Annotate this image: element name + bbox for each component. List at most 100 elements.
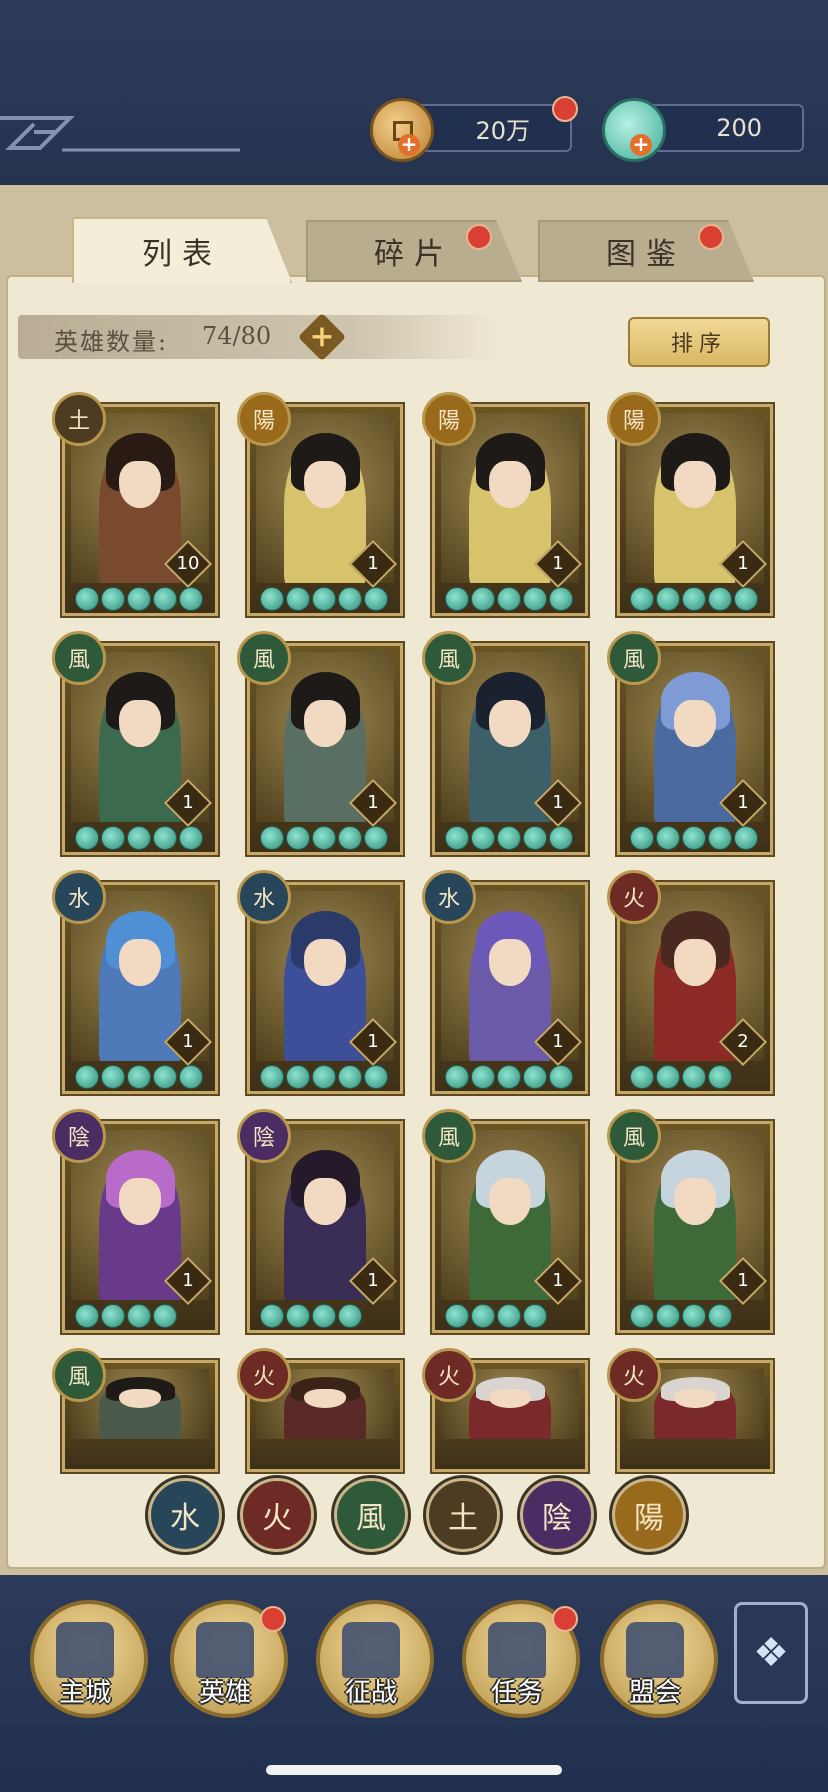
star-gem-icon bbox=[734, 587, 758, 611]
star-gem-icon bbox=[127, 587, 151, 611]
element-water-icon: 水 bbox=[237, 870, 291, 924]
star-gem-icon bbox=[682, 826, 706, 850]
star-gem-icon bbox=[471, 1304, 495, 1328]
filter-water-button[interactable]: 水 bbox=[148, 1478, 222, 1552]
notification-dot bbox=[698, 224, 724, 250]
star-gem-icon bbox=[260, 587, 284, 611]
element-fire-icon: 火 bbox=[237, 1348, 291, 1402]
menu-flower-icon[interactable]: ❖ bbox=[734, 1602, 808, 1704]
tab-list[interactable]: 列表 bbox=[72, 217, 292, 283]
element-wind-icon: 風 bbox=[607, 1109, 661, 1163]
hero-level: 1 bbox=[552, 1031, 564, 1052]
nav-label: 征战 bbox=[344, 1678, 397, 1708]
hero-star-rating bbox=[75, 587, 203, 611]
nav-label: 盟会 bbox=[628, 1678, 681, 1708]
star-gem-icon bbox=[338, 826, 362, 850]
element-wind-icon: 風 bbox=[422, 631, 476, 685]
hero-level: 1 bbox=[552, 792, 564, 813]
notification-dot bbox=[552, 1606, 578, 1632]
hero-star-rating bbox=[260, 826, 388, 850]
nav-emblem-icon bbox=[488, 1622, 546, 1678]
star-gem-icon bbox=[630, 1065, 654, 1089]
filter-wind-button[interactable]: 風 bbox=[334, 1478, 408, 1552]
star-gem-icon bbox=[682, 1304, 706, 1328]
star-gem-icon bbox=[471, 587, 495, 611]
element-earth-icon: 土 bbox=[52, 392, 106, 446]
star-gem-icon bbox=[75, 587, 99, 611]
star-gem-icon bbox=[75, 1065, 99, 1089]
star-gem-icon bbox=[445, 1304, 469, 1328]
element-fire-icon: 火 bbox=[607, 870, 661, 924]
star-gem-icon bbox=[445, 587, 469, 611]
hero-level: 1 bbox=[737, 553, 749, 574]
tab-fragments[interactable]: 碎片 bbox=[306, 220, 522, 282]
hero-star-rating bbox=[630, 587, 758, 611]
hero-star-rating bbox=[445, 587, 573, 611]
hero-star-rating bbox=[75, 1065, 203, 1089]
star-gem-icon bbox=[682, 587, 706, 611]
element-wind-icon: 風 bbox=[52, 1348, 106, 1402]
star-gem-icon bbox=[364, 826, 388, 850]
expand-capacity-button[interactable]: + bbox=[297, 312, 347, 362]
star-gem-icon bbox=[445, 826, 469, 850]
star-gem-icon bbox=[153, 826, 177, 850]
element-yang-icon: 陽 bbox=[607, 392, 661, 446]
filter-yin-button[interactable]: 陰 bbox=[520, 1478, 594, 1552]
hero-star-rating bbox=[75, 826, 203, 850]
add-coin-icon[interactable]: + bbox=[398, 134, 420, 156]
star-gem-icon bbox=[549, 587, 573, 611]
star-gem-icon bbox=[286, 826, 310, 850]
element-wind-icon: 風 bbox=[422, 1109, 476, 1163]
hero-star-rating bbox=[260, 587, 388, 611]
star-gem-icon bbox=[497, 1065, 521, 1089]
notification-dot bbox=[260, 1606, 286, 1632]
star-gem-icon bbox=[312, 587, 336, 611]
hero-level: 1 bbox=[367, 553, 379, 574]
element-yin-icon: 陰 bbox=[237, 1109, 291, 1163]
star-gem-icon bbox=[630, 826, 654, 850]
element-water-icon: 水 bbox=[52, 870, 106, 924]
filter-yang-button[interactable]: 陽 bbox=[612, 1478, 686, 1552]
star-gem-icon bbox=[708, 1304, 732, 1328]
hero-level: 2 bbox=[737, 1031, 749, 1052]
star-gem-icon bbox=[549, 1065, 573, 1089]
sort-label: 排序 bbox=[670, 332, 727, 357]
hero-level: 1 bbox=[367, 792, 379, 813]
star-gem-icon bbox=[101, 826, 125, 850]
nav-label: 主城 bbox=[58, 1678, 111, 1708]
star-gem-icon bbox=[364, 587, 388, 611]
hero-level: 1 bbox=[737, 1270, 749, 1291]
star-gem-icon bbox=[260, 1304, 284, 1328]
star-gem-icon bbox=[656, 587, 680, 611]
element-wind-icon: 風 bbox=[237, 631, 291, 685]
cloud-ornament-icon bbox=[0, 116, 240, 152]
star-gem-icon bbox=[523, 587, 547, 611]
star-gem-icon bbox=[682, 1065, 706, 1089]
filter-fire-button[interactable]: 火 bbox=[240, 1478, 314, 1552]
sort-button[interactable]: 排序 bbox=[628, 317, 770, 367]
nav-emblem-icon bbox=[342, 1622, 400, 1678]
hero-level: 1 bbox=[182, 792, 194, 813]
star-gem-icon bbox=[471, 1065, 495, 1089]
element-yin-icon: 陰 bbox=[52, 1109, 106, 1163]
star-gem-icon bbox=[75, 1304, 99, 1328]
star-gem-icon bbox=[471, 826, 495, 850]
star-gem-icon bbox=[286, 587, 310, 611]
shell-resource[interactable]: + 200 bbox=[602, 98, 804, 162]
star-gem-icon bbox=[127, 1304, 151, 1328]
hero-star-rating bbox=[630, 826, 758, 850]
star-gem-icon bbox=[708, 587, 732, 611]
element-fire-icon: 火 bbox=[422, 1348, 476, 1402]
coin-resource[interactable]: + 20万 bbox=[370, 96, 578, 162]
star-gem-icon bbox=[153, 587, 177, 611]
tab-codex[interactable]: 图鉴 bbox=[538, 220, 754, 282]
filter-earth-button[interactable]: 土 bbox=[426, 1478, 500, 1552]
hero-level: 1 bbox=[737, 792, 749, 813]
hero-star-rating bbox=[445, 826, 573, 850]
star-gem-icon bbox=[445, 1065, 469, 1089]
star-gem-icon bbox=[260, 826, 284, 850]
star-gem-icon bbox=[364, 1065, 388, 1089]
add-shell-icon[interactable]: + bbox=[630, 134, 652, 156]
nav-emblem-icon bbox=[196, 1622, 254, 1678]
hero-level: 1 bbox=[367, 1270, 379, 1291]
